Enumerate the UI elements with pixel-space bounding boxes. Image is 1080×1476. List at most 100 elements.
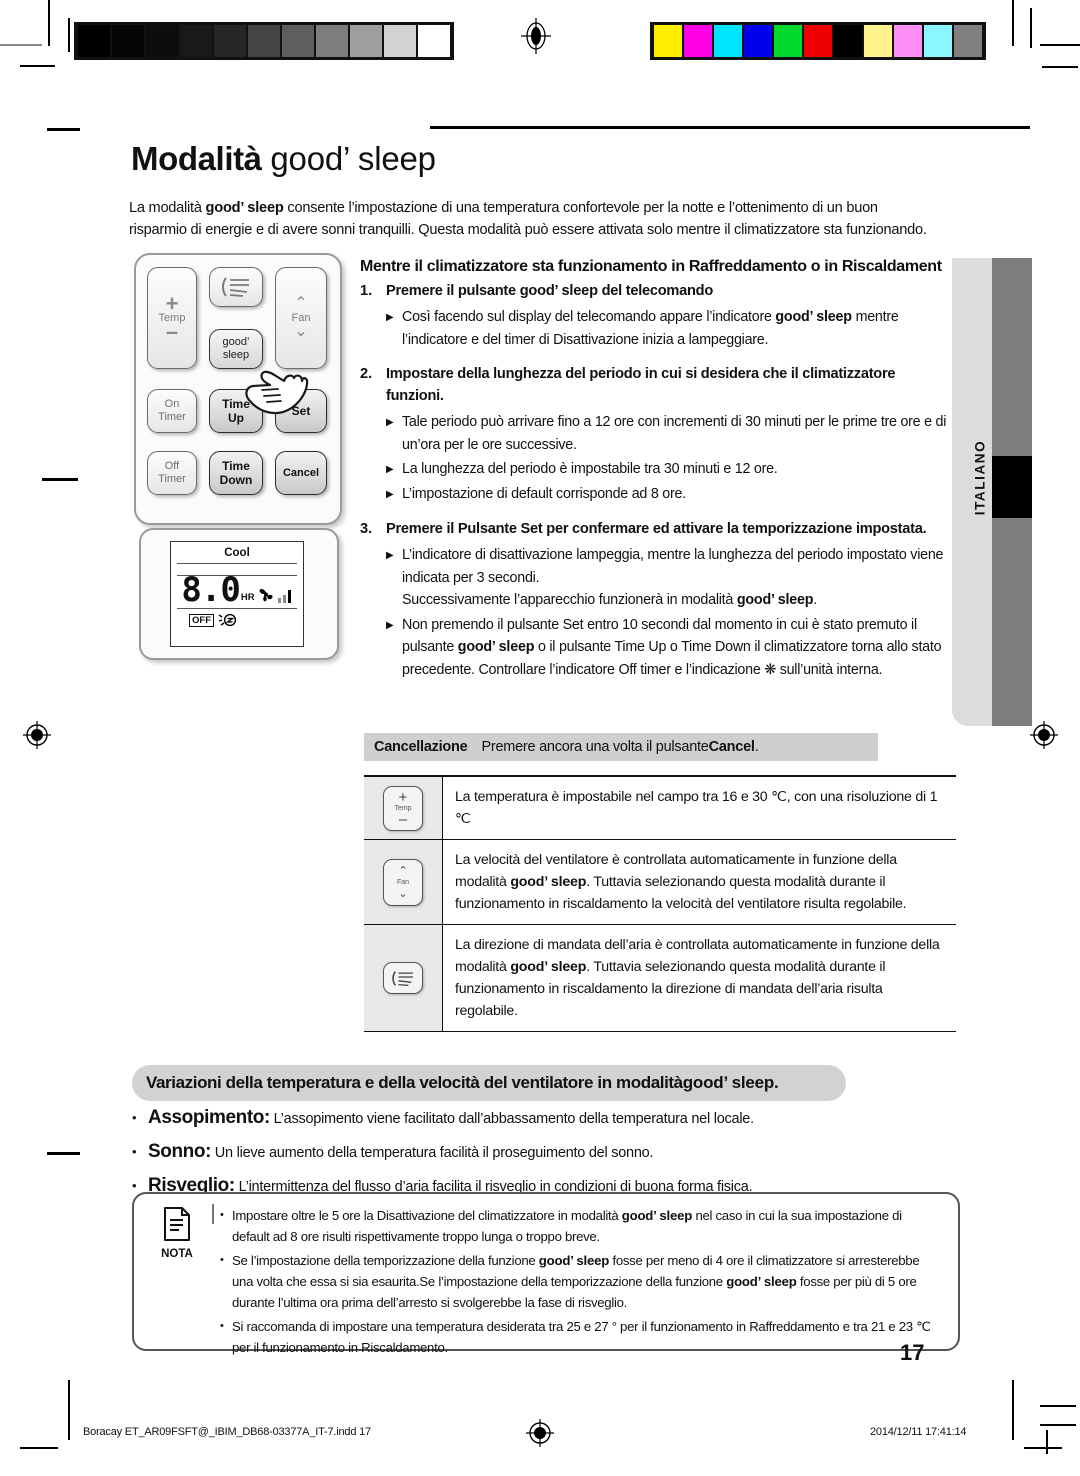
trim-dash-top-right (1042, 66, 1078, 68)
grayscale-patch-1 (112, 25, 144, 57)
table-row: + Temp – La temperatura è impostabile ne… (364, 777, 956, 840)
note-text: Si raccomanda di impostare una temperatu… (232, 1319, 931, 1355)
minus-icon: – (165, 319, 179, 344)
color-patch-9 (924, 25, 952, 57)
fan-speed-bars-icon (277, 590, 291, 603)
note-list: • Impostare oltre le 5 ore la Disattivazi… (220, 1205, 940, 1361)
table-row: La direzione di mandata dell’aria è cont… (364, 925, 956, 1032)
bullet-text: Non premendo il pulsante Set entro 10 se… (402, 616, 942, 678)
bullet-icon: • (220, 1320, 224, 1332)
grayscale-patch-3 (180, 25, 212, 57)
registration-mark-right (1029, 720, 1059, 750)
table-text-cell: La velocità del ventilatore è controllat… (443, 840, 956, 924)
cancellation-button-name: Cancel (708, 739, 755, 755)
trim-dash-top-left (20, 65, 55, 67)
grayscale-patch-8 (350, 25, 382, 57)
variation-term: Assopimento: (148, 1107, 270, 1128)
note-divider (212, 1204, 214, 1224)
footer-rule-right-mid (1040, 1424, 1076, 1426)
on-timer-line1: On (164, 398, 180, 410)
lcd-hour-unit: HR (240, 592, 255, 603)
color-patch-2 (714, 25, 742, 57)
lcd-off-tag: OFF (189, 613, 214, 627)
lcd-divider-1 (177, 563, 297, 564)
color-patch-10 (954, 25, 982, 57)
cancellation-text-before: Premere ancora una volta il pulsante (481, 739, 709, 755)
plus-icon: + (165, 291, 179, 316)
crop-mark-left-vertical (68, 18, 70, 52)
airflow-icon (222, 277, 249, 297)
remote-on-timer-key: On Timer (147, 389, 197, 433)
remote-off-timer-key: Off Timer (147, 451, 197, 495)
table-text-cell: La temperatura è impostabile nel campo t… (443, 777, 956, 839)
table-icon-cell: + Temp – (364, 777, 443, 839)
intro-paragraph: La modalità good’ sleep consente l’impos… (129, 199, 927, 238)
color-patch-5 (804, 25, 832, 57)
note-document-icon (164, 1207, 190, 1241)
grayscale-patch-6 (282, 25, 314, 57)
grayscale-calibration-bar (74, 22, 454, 60)
crop-mark-right-inner (1030, 8, 1032, 48)
bullet-item: ▶ L’impostazione di default corrisponde … (386, 483, 948, 506)
bullet-text: La lunghezza del periodo è impostabile t… (402, 461, 778, 477)
grayscale-patch-4 (214, 25, 246, 57)
note-brand: good’ sleep (538, 1253, 610, 1268)
note-label: NOTA (161, 1248, 193, 1260)
title-rule (430, 126, 1030, 129)
row-text-before: La temperatura è impostabile nel campo t… (455, 789, 938, 827)
crop-mark-top-right-horizontal (1040, 44, 1080, 46)
step-title: Premere il pulsante good’ sleep del tele… (386, 283, 714, 299)
variations-banner: Variazioni della temperatura e della vel… (132, 1065, 846, 1101)
table-icon-cell (364, 925, 443, 1031)
bullet-icon: • (132, 1110, 137, 1125)
cancellation-text-after: . (754, 739, 759, 755)
note-text: Se l’impostazione della temporizzazione … (232, 1253, 920, 1310)
triangle-bullet-icon: ▶ (386, 489, 394, 500)
color-patch-4 (774, 25, 802, 57)
off-timer-line2: Timer (158, 473, 186, 485)
bullet-icon: • (220, 1254, 224, 1266)
page-edge-left-rule (68, 1380, 70, 1440)
remote-cancel-key: Cancel (275, 451, 327, 495)
scanned-manual-page: Modalità good’ sleep La modalità good’ s… (0, 0, 1080, 1476)
specification-table: + Temp – La temperatura è impostabile ne… (364, 775, 956, 1032)
lcd-value-row: 8.0 HR (171, 570, 303, 610)
remote-airflow-key (209, 267, 263, 307)
note-item: • Si raccomanda di impostare una temperat… (220, 1316, 940, 1358)
page-title: Modalità good’ sleep (131, 140, 436, 178)
cancel-key-label: Cancel (282, 467, 320, 479)
row-brand: good’ sleep (510, 959, 587, 975)
bullet-item: ▶ Così facendo sul display del telecomand… (386, 306, 948, 351)
color-patch-3 (744, 25, 772, 57)
time-down-line1: Time (222, 459, 250, 473)
plus-icon: + (398, 788, 408, 806)
airflow-key-icon (383, 962, 423, 994)
language-side-tab: ITALIANO (952, 258, 1032, 726)
language-tab-marker (992, 456, 1032, 518)
fan-key-icon: ⌃ Fan ⌄ (383, 858, 423, 906)
color-calibration-bar (650, 22, 986, 60)
crop-mark-top-left-horizontal (0, 44, 42, 46)
bullet-item: ▶ Tale periodo può arrivare fino a 12 ore… (386, 411, 948, 456)
remote-display-illustration: Cool 8.0 HR OFF (139, 528, 339, 660)
chevron-down-icon: ⌄ (398, 887, 408, 900)
remote-temp-key: + Temp – (147, 267, 197, 369)
triangle-bullet-icon: ▶ (386, 464, 394, 475)
section-heading: Mentre il climatizzatore sta funzionamen… (360, 258, 942, 276)
trim-dash-bottom-left (20, 1447, 58, 1449)
color-patch-0 (654, 25, 682, 57)
registration-mark-left (22, 720, 52, 750)
table-row: ⌃ Fan ⌄ La velocità del ventilatore è co… (364, 840, 956, 925)
bullet-brand: good’ sleep (457, 639, 535, 655)
step-title: Impostare della lunghezza del periodo in… (386, 366, 896, 404)
step-title: Premere il Pulsante Set per confermare e… (386, 521, 927, 537)
variations-banner-brand: good’ sleep. (682, 1073, 779, 1092)
grayscale-patch-9 (384, 25, 416, 57)
pointing-hand-icon (236, 345, 310, 425)
temp-key-icon: + Temp – (383, 785, 423, 831)
chevron-down-icon: ⌄ (294, 323, 308, 340)
note-item: • Se l’impostazione della temporizzazione… (220, 1250, 940, 1313)
footer-timestamp: 2014/12/11 17:41:14 (870, 1426, 967, 1438)
lcd-hour-value: 8.0 (181, 570, 240, 610)
variation-text: Assopimento: L’assopimento viene facilit… (148, 1107, 754, 1128)
